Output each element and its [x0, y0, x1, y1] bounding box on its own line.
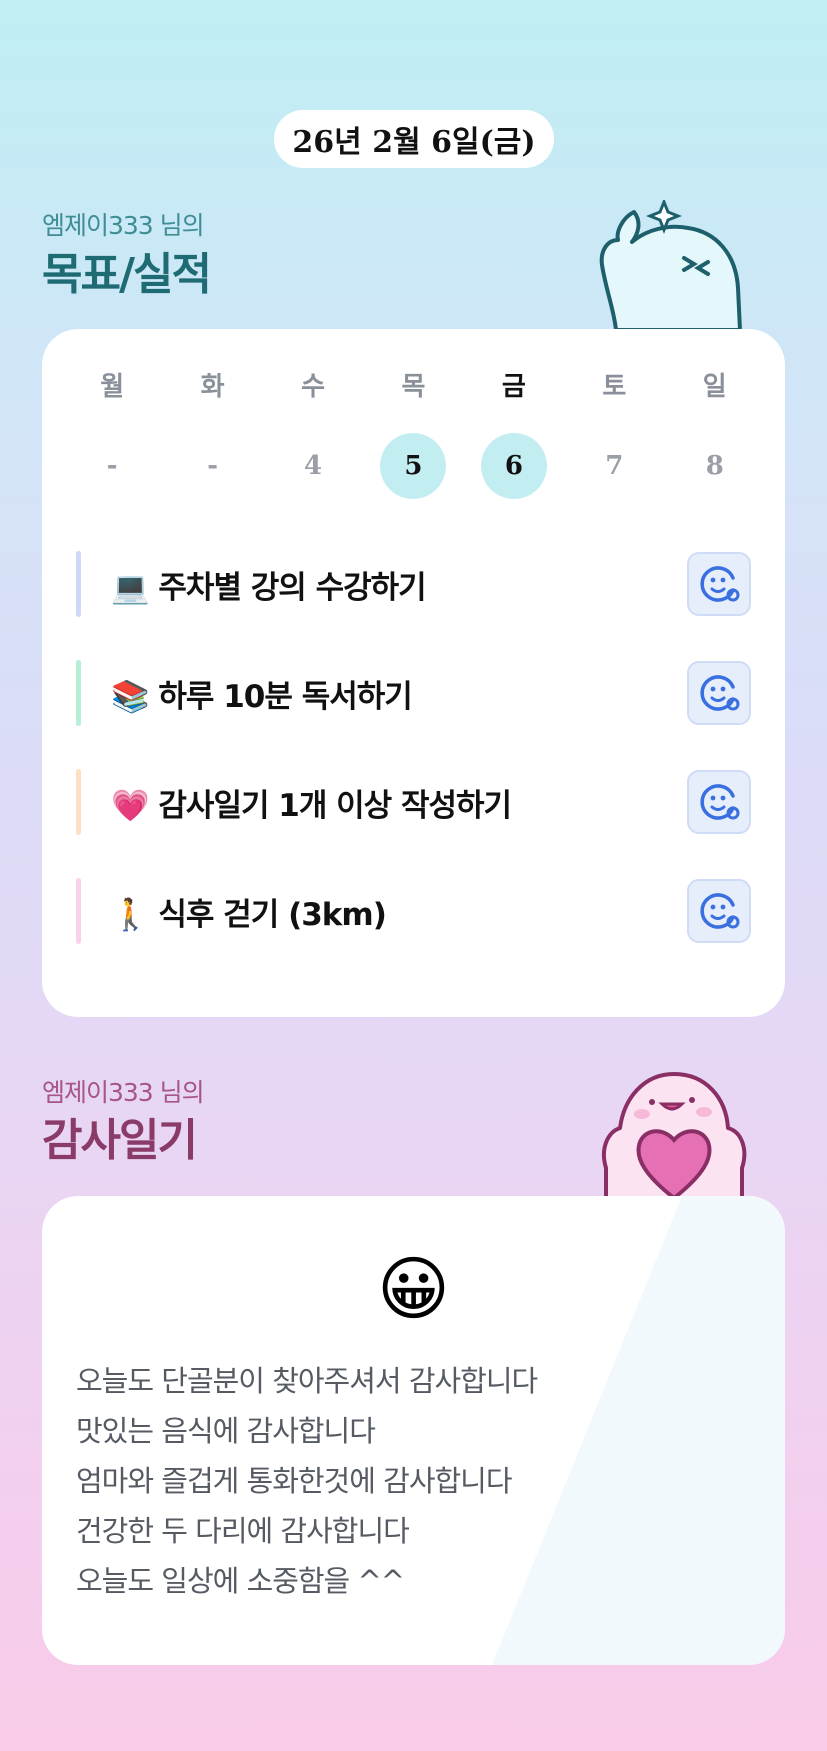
weekday-wed: 수: [301, 372, 325, 402]
goal-achieve-button[interactable]: [687, 879, 751, 943]
smile-face-icon: [700, 784, 740, 820]
diary-line: 오늘도 일상에 소중함을 ^^: [76, 1564, 405, 1598]
books-icon: 📚: [111, 678, 150, 715]
smile-face-icon: [700, 566, 740, 602]
diary-line: 맛있는 음식에 감사합니다: [76, 1414, 376, 1448]
goal-label: 📚 하루 10분 독서하기: [111, 678, 413, 715]
goal-achieve-button[interactable]: [687, 770, 751, 834]
diary-line: 오늘도 단골분이 찾아주셔서 감사합니다: [76, 1364, 538, 1398]
smile-face-icon: [700, 893, 740, 929]
diary-title: 감사일기: [42, 1115, 198, 1166]
diary-content: 오늘도 단골분이 찾아주셔서 감사합니다 맛있는 음식에 감사합니다 엄마와 즐…: [76, 1356, 538, 1606]
weekday-sun: 일: [702, 372, 727, 402]
goal-label: 💻 주차별 강의 수강하기: [111, 569, 427, 606]
goal-achieve-button[interactable]: [687, 661, 751, 725]
goal-label: 💗 감사일기 1개 이상 작성하기: [111, 787, 512, 824]
diary-line: 건강한 두 다리에 감사합니다: [76, 1514, 410, 1548]
goal-item: 💗 감사일기 1개 이상 작성하기: [76, 769, 751, 835]
goal-color-bar: [76, 551, 81, 617]
date-fri[interactable]: 6: [480, 433, 547, 499]
week-calendar: 월 - 화 - 수 4 목 5 금 6 토 7 일 8: [42, 369, 785, 499]
diary-line: 엄마와 즐겁게 통화한것에 감사합니다: [76, 1464, 513, 1498]
goal-label: 🚶 식후 걷기 (3km): [111, 896, 387, 933]
heart-icon: 💗: [111, 787, 150, 824]
date-display[interactable]: 26년 2월 6일(금): [274, 110, 554, 168]
weekday-tue: 화: [200, 372, 225, 402]
goal-achieve-button[interactable]: [687, 552, 751, 616]
walking-icon: 🚶: [111, 896, 150, 933]
date-wed[interactable]: 4: [280, 433, 346, 499]
mascot-heart: [601, 1072, 747, 1198]
goal-item: 🚶 식후 걷기 (3km): [76, 878, 751, 944]
weekday-fri: 금: [501, 372, 526, 402]
goals-title: 목표/실적: [42, 249, 212, 300]
mood-emoji-icon: 😀: [377, 1248, 450, 1330]
goals-card: 월 - 화 - 수 4 목 5 금 6 토 7 일 8 💻 주차별 강의 수강하기 📚 하루 …: [42, 329, 785, 1017]
date-sat[interactable]: 7: [581, 433, 647, 499]
goal-color-bar: [76, 878, 81, 944]
goal-item: 📚 하루 10분 독서하기: [76, 660, 751, 726]
smile-face-icon: [700, 675, 740, 711]
date-tue[interactable]: -: [180, 433, 246, 499]
weekday-mon: 월: [100, 372, 125, 402]
weekday-thu: 목: [401, 372, 426, 402]
weekday-sat: 토: [602, 372, 627, 402]
date-mon[interactable]: -: [79, 433, 145, 499]
goal-item: 💻 주차별 강의 수강하기: [76, 551, 751, 617]
diary-card: 😀 오늘도 단골분이 찾아주셔서 감사합니다 맛있는 음식에 감사합니다 엄마와…: [42, 1196, 785, 1665]
laptop-icon: 💻: [111, 569, 150, 606]
goal-color-bar: [76, 660, 81, 726]
goals-subtitle: 엠제이333 님의: [42, 211, 205, 240]
date-thu[interactable]: 5: [380, 433, 447, 499]
date-sun[interactable]: 8: [682, 433, 748, 499]
goal-color-bar: [76, 769, 81, 835]
mascot-waving: [599, 200, 742, 330]
